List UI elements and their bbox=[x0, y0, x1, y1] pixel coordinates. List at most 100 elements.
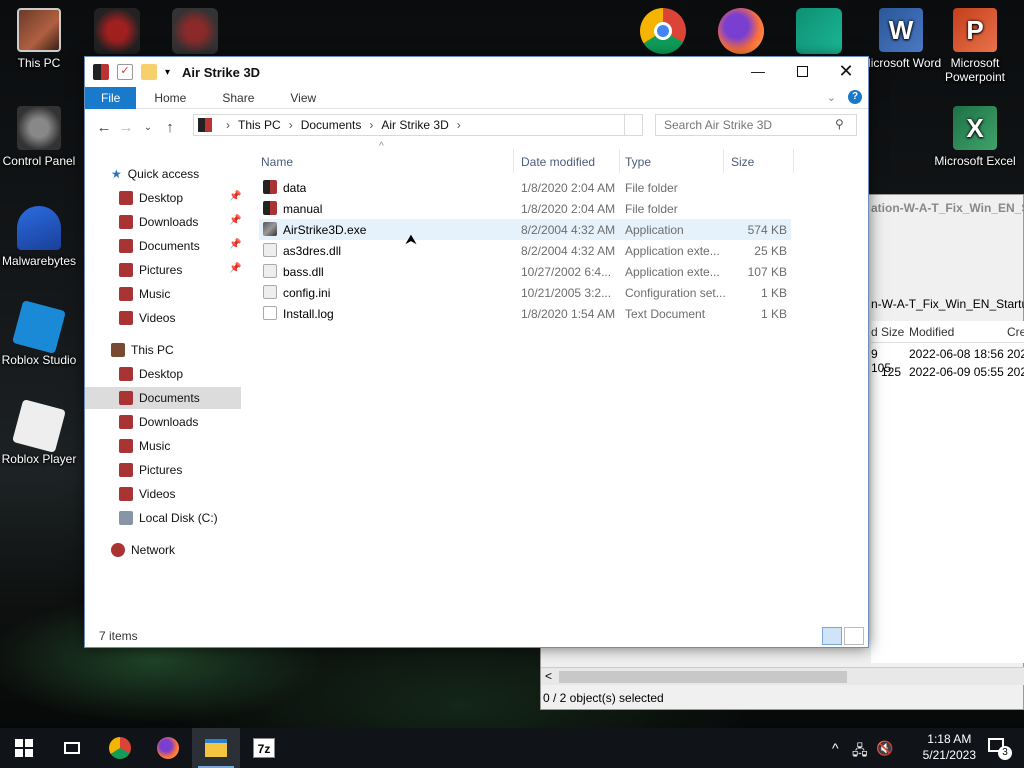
nav-pc-desktop[interactable]: Desktop bbox=[119, 363, 183, 385]
new-folder-icon[interactable] bbox=[141, 64, 157, 80]
tray-overflow-icon[interactable]: ^ bbox=[832, 740, 839, 756]
file-row[interactable]: as3dres.dll 8/2/2004 4:32 AM Application… bbox=[259, 240, 791, 261]
column-header-name[interactable]: Name bbox=[261, 151, 293, 173]
column-divider[interactable] bbox=[723, 149, 724, 173]
nav-pc-videos[interactable]: Videos bbox=[119, 483, 175, 505]
close-icon: ✕ bbox=[838, 60, 854, 81]
nav-quick-documents[interactable]: Documents bbox=[119, 235, 200, 257]
desktop-icon-powerpoint[interactable]: P Microsoft Powerpoint bbox=[932, 8, 1018, 84]
nav-quick-desktop[interactable]: Desktop bbox=[119, 187, 183, 209]
file-row[interactable]: bass.dll 10/27/2002 6:4... Application e… bbox=[259, 261, 791, 282]
horizontal-scrollbar[interactable]: < bbox=[541, 667, 1024, 685]
nav-quick-videos[interactable]: Videos bbox=[119, 307, 175, 329]
up-arrow-icon[interactable]: ↑ bbox=[159, 119, 181, 136]
file-name: AirStrike3D.exe bbox=[283, 222, 367, 237]
nav-network[interactable]: Network bbox=[111, 539, 175, 561]
network-icon[interactable]: 🖧 bbox=[852, 740, 868, 764]
clock[interactable]: 1:18 AM 5/21/2023 bbox=[923, 731, 976, 763]
nav-pc-documents[interactable]: Documents bbox=[85, 387, 241, 409]
title-bar[interactable]: ✓ ▾ Air Strike 3D — ✕ bbox=[85, 57, 868, 87]
start-button[interactable] bbox=[0, 728, 48, 768]
refresh-button[interactable] bbox=[625, 114, 643, 136]
maximize-button[interactable] bbox=[780, 57, 824, 85]
desktop-icon-excel[interactable]: X Microsoft Excel bbox=[932, 106, 1018, 168]
game-icon[interactable] bbox=[94, 8, 140, 54]
column-header-size[interactable]: Size bbox=[731, 151, 754, 173]
breadcrumb-separator-icon[interactable]: › bbox=[369, 118, 373, 132]
sevenzip-col-size[interactable]: d Size bbox=[871, 325, 904, 339]
forward-arrow-icon[interactable]: → bbox=[115, 119, 137, 136]
nav-quick-access[interactable]: ★ Quick access bbox=[111, 163, 199, 185]
properties-icon[interactable]: ✓ bbox=[117, 64, 133, 80]
nav-quick-pictures[interactable]: Pictures bbox=[119, 259, 182, 281]
recent-locations-icon[interactable]: ⌄ bbox=[137, 122, 159, 133]
close-button[interactable]: ✕ bbox=[824, 57, 868, 85]
desktop-icon-malwarebytes[interactable]: Malwarebytes bbox=[0, 206, 82, 268]
breadcrumb-this-pc[interactable]: This PC bbox=[238, 118, 281, 132]
chrome-icon[interactable] bbox=[640, 8, 686, 54]
breadcrumb-documents[interactable]: Documents bbox=[301, 118, 362, 132]
tab-share[interactable]: Share bbox=[204, 87, 272, 109]
nav-pc-pictures[interactable]: Pictures bbox=[119, 459, 182, 481]
details-view-button[interactable] bbox=[822, 627, 842, 645]
expand-ribbon-icon[interactable]: ⌄ bbox=[827, 91, 836, 104]
file-explorer-window[interactable]: ✓ ▾ Air Strike 3D — ✕ File Home Share Vi… bbox=[84, 56, 869, 648]
breadcrumb-separator-icon[interactable]: › bbox=[457, 118, 461, 132]
nav-pc-music[interactable]: Music bbox=[119, 435, 170, 457]
nav-quick-music[interactable]: Music bbox=[119, 283, 170, 305]
sevenzip-col-modified[interactable]: Modified bbox=[909, 325, 954, 339]
column-divider[interactable] bbox=[619, 149, 620, 173]
column-divider[interactable] bbox=[513, 149, 514, 173]
help-icon[interactable]: ? bbox=[848, 90, 862, 104]
file-row[interactable]: Install.log 1/8/2020 1:54 AM Text Docume… bbox=[259, 303, 791, 324]
large-icons-view-button[interactable] bbox=[844, 627, 864, 645]
column-divider[interactable] bbox=[793, 149, 794, 173]
breadcrumb-air-strike-3d[interactable]: Air Strike 3D bbox=[381, 118, 448, 132]
tab-home[interactable]: Home bbox=[136, 87, 204, 109]
column-header-date[interactable]: Date modified bbox=[521, 151, 595, 173]
breadcrumb-separator-icon[interactable]: › bbox=[289, 118, 293, 132]
search-input[interactable] bbox=[655, 114, 857, 136]
desktop-icon-control-panel[interactable]: Control Panel bbox=[0, 106, 82, 168]
breadcrumb-separator-icon[interactable]: › bbox=[226, 118, 230, 132]
file-row[interactable]: manual 1/8/2020 2:04 AM File folder bbox=[259, 198, 791, 219]
tab-file[interactable]: File bbox=[85, 86, 137, 109]
game-icon[interactable] bbox=[172, 8, 218, 54]
desktop-icon-roblox-player[interactable]: Roblox Player bbox=[0, 399, 82, 466]
desktop-icon-label: Microsoft Word bbox=[860, 56, 942, 70]
minimize-button[interactable]: — bbox=[736, 57, 780, 85]
publisher-icon[interactable] bbox=[796, 8, 842, 54]
file-row[interactable]: data 1/8/2020 2:04 AM File folder bbox=[259, 177, 791, 198]
desktop-icon-this-pc[interactable]: This PC bbox=[0, 8, 82, 70]
pin-icon: 📌 bbox=[229, 191, 242, 202]
volume-muted-icon[interactable]: 🔇 bbox=[876, 740, 893, 757]
task-view-button[interactable] bbox=[48, 728, 96, 768]
videos-icon bbox=[119, 487, 133, 501]
desktop-icon-roblox-studio[interactable]: Roblox Studio bbox=[0, 300, 82, 367]
search-icon[interactable]: ⚲ bbox=[835, 117, 844, 131]
sevenzip-col-created[interactable]: Cre bbox=[1007, 325, 1024, 339]
taskbar-7zip[interactable]: 7z bbox=[240, 728, 288, 768]
address-path[interactable]: › This PC › Documents › Air Strike 3D › bbox=[193, 114, 625, 136]
sevenzip-row[interactable]: 9 105 2022-06-08 18:56 202 bbox=[871, 345, 1024, 375]
excel-icon: X bbox=[953, 106, 997, 150]
nav-this-pc[interactable]: This PC bbox=[111, 339, 174, 361]
nav-local-disk[interactable]: Local Disk (C:) bbox=[119, 507, 218, 529]
nav-quick-downloads[interactable]: Downloads bbox=[119, 211, 198, 233]
taskbar-chrome[interactable] bbox=[96, 728, 144, 768]
notification-center-button[interactable]: 3 bbox=[988, 738, 1014, 760]
taskbar-firefox[interactable] bbox=[144, 728, 192, 768]
scrollbar-thumb[interactable] bbox=[559, 671, 847, 683]
back-arrow-icon[interactable]: ← bbox=[93, 119, 115, 136]
tab-view[interactable]: View bbox=[272, 87, 334, 109]
scroll-left-icon[interactable]: < bbox=[545, 669, 552, 683]
firefox-icon[interactable] bbox=[718, 8, 764, 54]
sevenzip-row[interactable]: 125 2022-06-09 05:55 202 bbox=[871, 363, 1024, 381]
column-header-type[interactable]: Type bbox=[625, 151, 651, 173]
customize-quick-access-icon[interactable]: ▾ bbox=[165, 67, 170, 78]
file-row[interactable]: config.ini 10/21/2005 3:2... Configurati… bbox=[259, 282, 791, 303]
window-title: Air Strike 3D bbox=[182, 64, 261, 80]
taskbar-file-explorer[interactable] bbox=[192, 728, 240, 768]
file-row[interactable]: AirStrike3D.exe 8/2/2004 4:32 AM Applica… bbox=[259, 219, 791, 240]
nav-pc-downloads[interactable]: Downloads bbox=[119, 411, 198, 433]
